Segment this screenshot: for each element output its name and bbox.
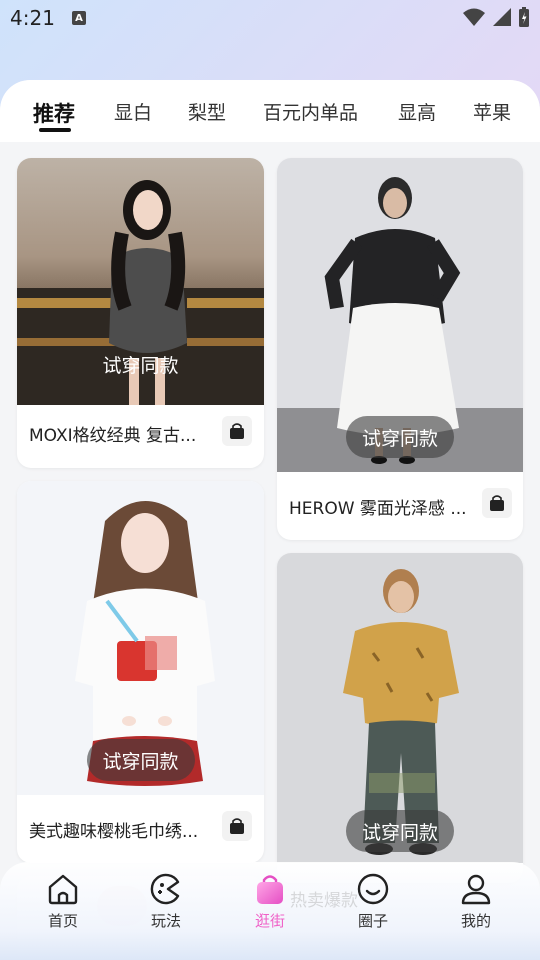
product-title: MOXI格纹经典 复古... — [29, 426, 197, 446]
nav-home-label: 首页 — [47, 912, 78, 930]
product-card[interactable]: 试穿同款 MOXI格纹经典 复古... — [17, 158, 264, 468]
try-on-button[interactable]: 试穿同款 — [345, 810, 455, 852]
notification-a-icon: A — [72, 11, 86, 25]
product-photo: 试穿同款 — [17, 158, 264, 405]
shopping-bag-icon[interactable] — [222, 811, 252, 841]
tab-recommend[interactable]: 推荐 — [33, 98, 75, 128]
product-card[interactable]: 试穿同款 HEROW 雾面光泽感 ... — [277, 158, 523, 540]
status-bar: 4:21 A — [0, 0, 540, 36]
tab-pear-shape[interactable]: 梨型 — [188, 98, 226, 125]
nav-shopping-label: 逛街 — [254, 912, 285, 930]
nav-home[interactable]: 首页 — [28, 872, 98, 931]
profile-icon — [461, 874, 491, 905]
try-on-button[interactable]: 试穿同款 — [345, 416, 455, 458]
nav-shopping[interactable]: 逛街 — [235, 872, 305, 931]
battery-icon — [519, 7, 529, 27]
product-title: 美式趣味樱桃毛巾绣... — [29, 822, 199, 842]
home-icon — [48, 874, 78, 905]
tab-look-taller[interactable]: 显高 — [398, 98, 436, 125]
category-tabs: 推荐 显白 梨型 百元内单品 显高 苹果 — [0, 80, 540, 142]
shopping-bag-icon[interactable] — [482, 488, 512, 518]
product-photo: 试穿同款 — [277, 158, 523, 472]
main-sheet: 推荐 显白 梨型 百元内单品 显高 苹果 试穿同款 MOXI格纹经典 复古...… — [0, 80, 540, 960]
nav-profile[interactable]: 我的 — [441, 872, 511, 931]
product-photo: 试穿同款 — [277, 553, 523, 863]
wifi-icon — [463, 8, 485, 26]
tab-under-100[interactable]: 百元内单品 — [263, 98, 358, 125]
nav-circle-label: 圈子 — [357, 912, 388, 930]
product-title: HEROW 雾面光泽感 ... — [289, 499, 467, 519]
product-card[interactable]: 试穿同款 美式趣味樱桃毛巾绣... — [17, 481, 264, 863]
product-card[interactable]: 试穿同款 — [277, 553, 523, 883]
shopping-bag-icon[interactable] — [222, 416, 252, 446]
signal-icon — [493, 8, 511, 26]
nav-profile-label: 我的 — [460, 912, 491, 930]
nav-circle[interactable]: 圈子 — [338, 872, 408, 931]
try-on-button[interactable]: 试穿同款 — [86, 343, 194, 385]
game-icon — [150, 873, 180, 905]
nav-play-label: 玩法 — [150, 912, 181, 930]
smile-icon — [357, 873, 389, 905]
try-on-button[interactable]: 试穿同款 — [86, 739, 195, 781]
product-photo: 试穿同款 — [17, 481, 264, 795]
system-icons — [462, 6, 530, 28]
status-time: 4:21 — [10, 6, 55, 30]
bottom-navigation: 热卖爆款 首页 玩法 逛街 圈子 我的 — [0, 862, 540, 960]
active-tab-indicator — [39, 128, 71, 132]
tab-whitening[interactable]: 显白 — [114, 98, 152, 125]
tab-apple-shape[interactable]: 苹果 — [473, 98, 513, 125]
shopping-bag-icon — [257, 875, 283, 904]
nav-play[interactable]: 玩法 — [131, 872, 201, 931]
